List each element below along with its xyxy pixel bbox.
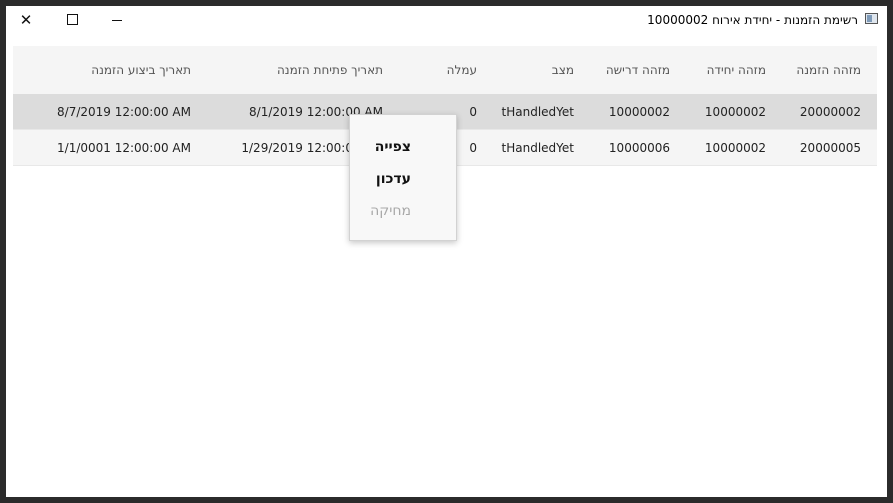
column-header-status[interactable]: מצב	[552, 46, 574, 94]
app-icon	[865, 13, 878, 24]
cell-request-id: 10000006	[608, 140, 670, 155]
grid-header: מזהה הזמנה מזהה יחידה מזהה דרישה מצב עמל…	[13, 46, 877, 94]
row-context-menu: צפייה עדכון מחיקה	[349, 114, 457, 241]
cell-commission: 0	[469, 140, 477, 155]
column-header-unit-id[interactable]: מזהה יחידה	[707, 46, 766, 94]
cell-unit-id: 10000002	[704, 140, 766, 155]
minimize-button[interactable]	[104, 10, 130, 30]
maximize-button[interactable]	[59, 10, 85, 30]
minimize-icon	[112, 20, 122, 21]
cell-request-id: 10000002	[608, 104, 670, 119]
menu-item-delete: מחיקה	[370, 203, 411, 219]
column-header-request-id[interactable]: מזהה דרישה	[606, 46, 670, 94]
close-button[interactable]: ✕	[13, 10, 39, 30]
column-header-execution-date[interactable]: תאריך ביצוע הזמנה	[91, 46, 191, 94]
cell-status: tHandledYet	[501, 140, 574, 155]
cell-status: tHandledYet	[501, 104, 574, 119]
column-header-commission[interactable]: עמלה	[447, 46, 477, 94]
menu-item-view[interactable]: צפייה	[350, 131, 456, 163]
cell-commission: 0	[469, 104, 477, 119]
maximize-icon	[66, 14, 78, 25]
cell-execution-date: 8/7/2019 12:00:00 AM	[57, 104, 191, 119]
menu-item-update[interactable]: עדכון	[350, 163, 456, 195]
cell-execution-date: 1/1/0001 12:00:00 AM	[57, 140, 191, 155]
window-title: רשימת הזמנות - יחידת אירוח 10000002	[647, 13, 858, 27]
close-icon: ✕	[19, 11, 33, 29]
cell-unit-id: 10000002	[704, 104, 766, 119]
cell-order-id: 20000005	[799, 140, 861, 155]
title-bar: ✕ רשימת הזמנות - יחידת אירוח 10000002	[6, 6, 887, 34]
column-header-order-id[interactable]: מזהה הזמנה	[796, 46, 861, 94]
orders-window: ✕ רשימת הזמנות - יחידת אירוח 10000002 מז…	[6, 6, 887, 497]
cell-order-id: 20000002	[799, 104, 861, 119]
column-header-open-date[interactable]: תאריך פתיחת הזמנה	[277, 46, 383, 94]
